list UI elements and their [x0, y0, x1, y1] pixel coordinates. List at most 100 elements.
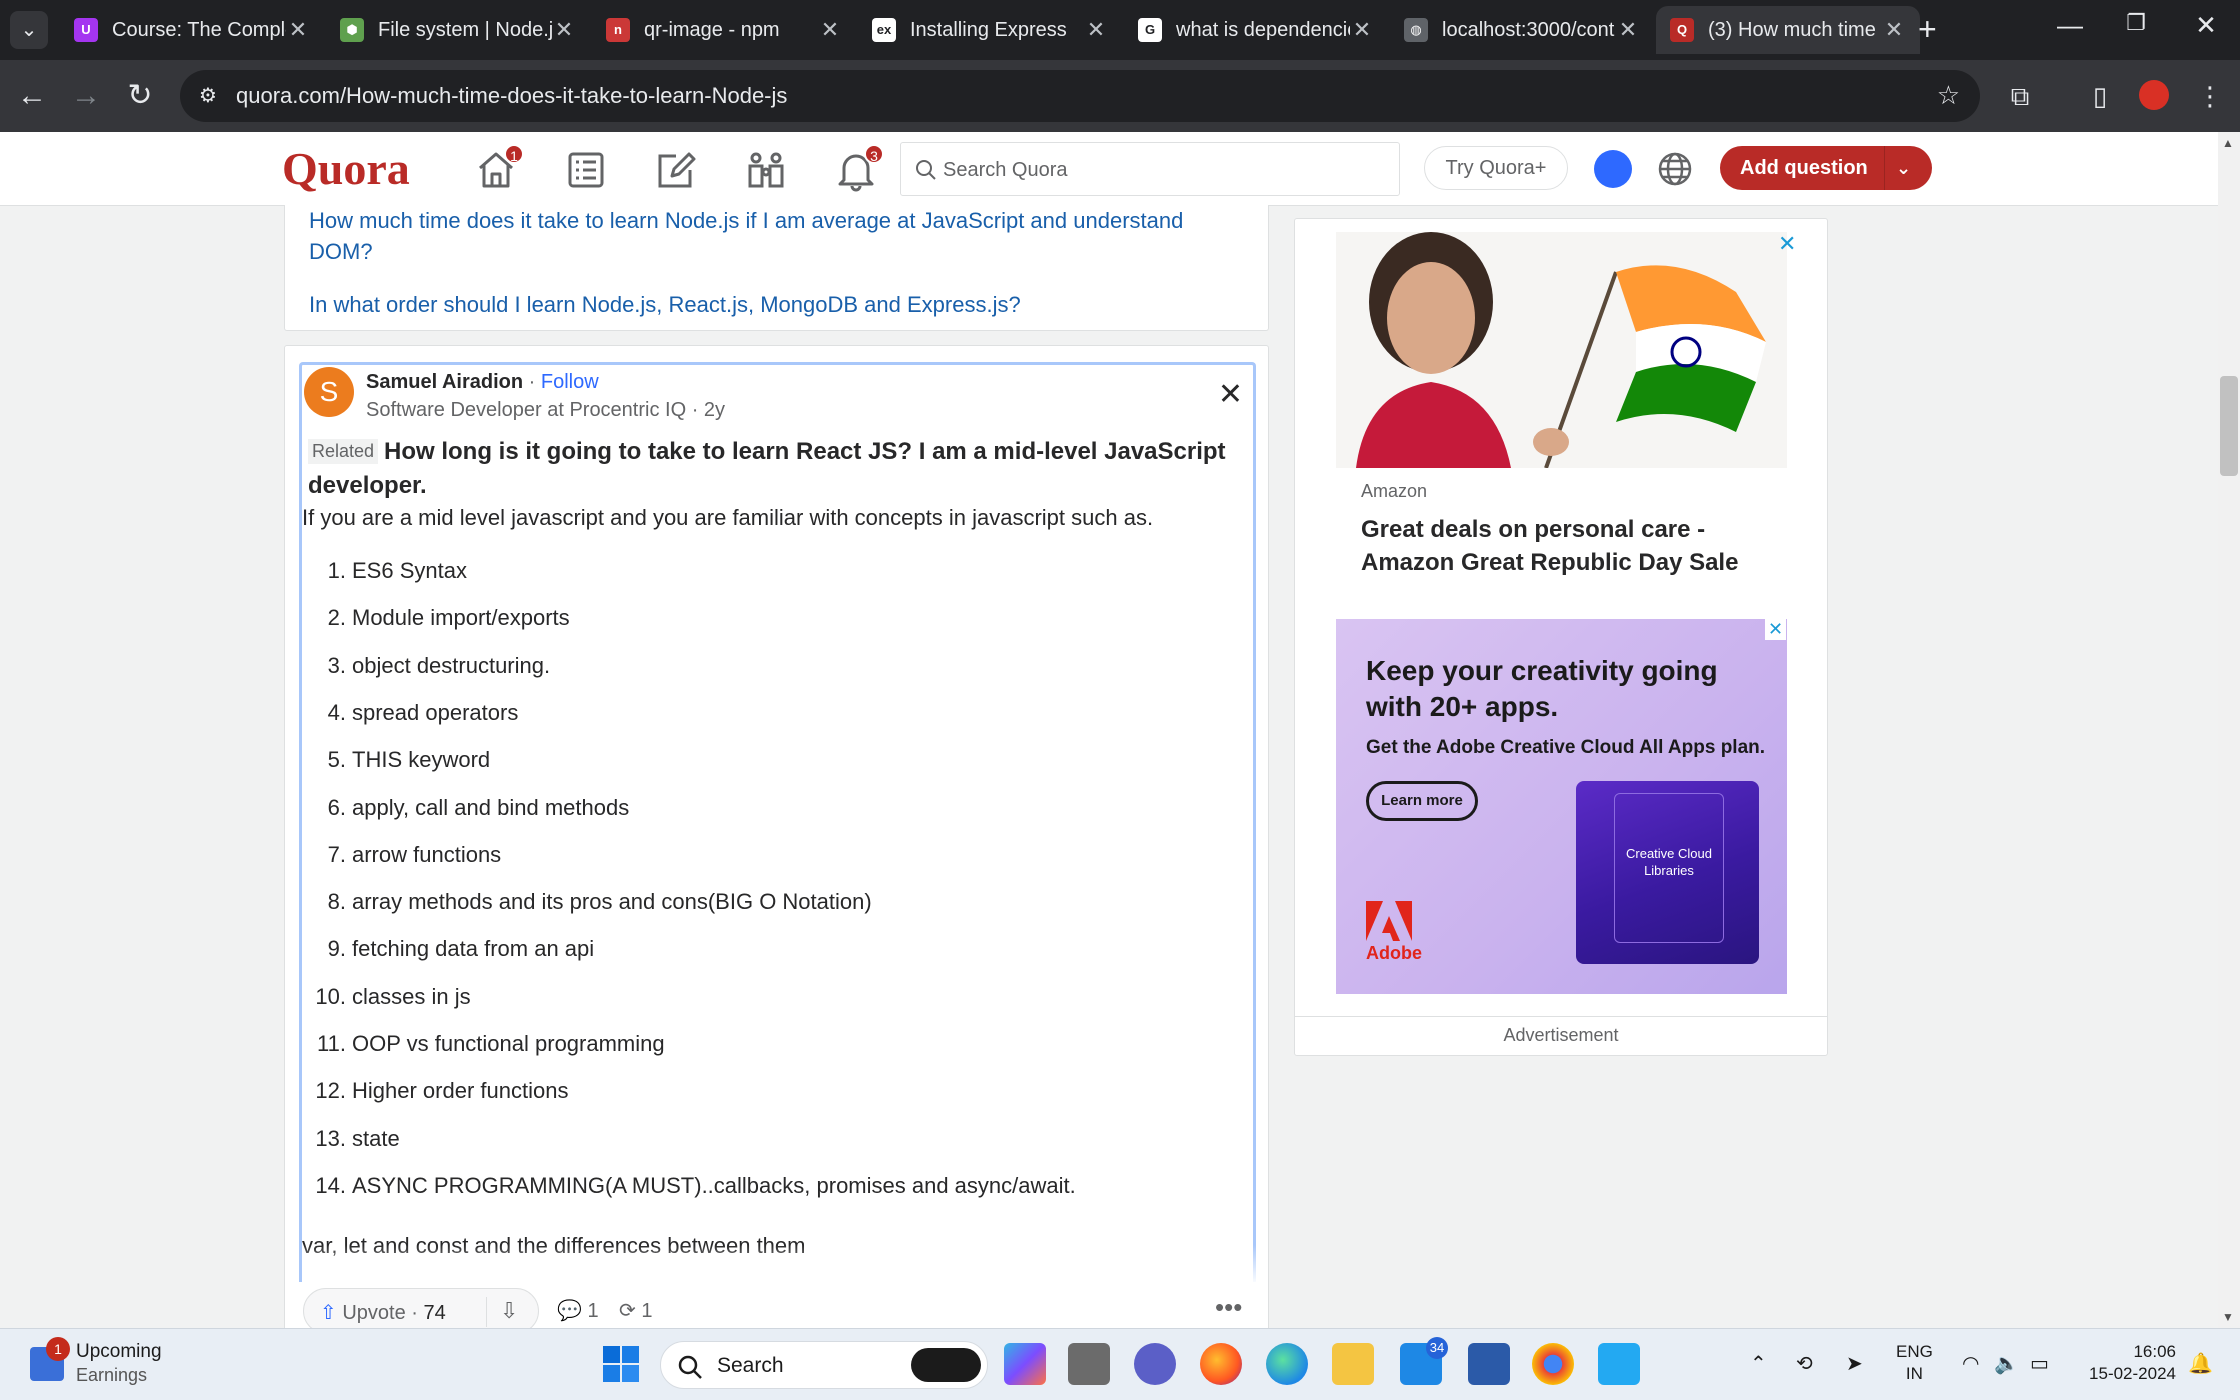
start-icon[interactable] — [600, 1343, 642, 1385]
back-icon[interactable]: ← — [14, 78, 50, 114]
following-icon[interactable] — [564, 148, 608, 192]
wifi-icon[interactable]: ◠ — [1962, 1351, 1979, 1376]
share-button[interactable]: ⟳ 1 — [619, 1298, 652, 1323]
clock-date: 15-02-2024 — [2089, 1364, 2176, 1383]
language-globe-icon[interactable] — [1656, 150, 1694, 188]
bookmark-star-icon[interactable]: ☆ — [1937, 80, 1960, 111]
tab-search-icon[interactable]: ⌄ — [10, 11, 48, 49]
file-explorer-alt-icon[interactable] — [1068, 1343, 1110, 1385]
tab-close-icon[interactable]: ✕ — [552, 17, 576, 43]
extensions-icon[interactable]: ⧉ — [2002, 78, 2038, 114]
chrome-menu-icon[interactable]: ⋮ — [2192, 78, 2228, 114]
scroll-down-icon[interactable]: ▼ — [2222, 1310, 2234, 1324]
related-question-text[interactable]: In what order should I learn Node.js, Re… — [309, 292, 1021, 317]
related-question-link[interactable]: How much time does it take to learn Node… — [309, 205, 1239, 267]
profile-avatar[interactable] — [2139, 80, 2169, 110]
address-bar[interactable]: ⚙ quora.com/How-much-time-does-it-take-t… — [180, 70, 1980, 122]
browser-tab[interactable]: ⬢ File system | Node.js ✕ — [326, 6, 590, 54]
forward-icon[interactable]: → — [68, 78, 104, 114]
tab-close-icon[interactable]: ✕ — [1882, 17, 1906, 43]
learn-more-button[interactable]: Learn more — [1366, 781, 1478, 821]
author-avatar[interactable]: S — [304, 367, 354, 417]
browser-tab[interactable]: ex Installing Express ✕ — [858, 6, 1122, 54]
related-question-text[interactable]: How much time does it take to learn Node… — [309, 208, 1183, 264]
scrollbar-thumb[interactable] — [2220, 376, 2238, 476]
close-icon[interactable]: ✕ — [1218, 377, 1243, 412]
restore-icon[interactable]: ❐ — [2116, 10, 2156, 36]
chrome-icon[interactable] — [1532, 1343, 1574, 1385]
amazon-ad-image[interactable] — [1336, 232, 1787, 468]
widget-title: Upcoming — [76, 1341, 162, 1362]
share-count: 1 — [641, 1300, 653, 1322]
battery-icon[interactable]: ▭ — [2030, 1351, 2049, 1376]
system-clock[interactable]: 16:06 15-02-2024 — [2080, 1341, 2176, 1385]
more-options-icon[interactable]: ••• — [1215, 1292, 1242, 1323]
mail-icon[interactable]: 34 — [1400, 1337, 1448, 1385]
quora-search-input[interactable] — [943, 155, 1383, 185]
browser-tab[interactable]: Gwhat is dependencie ✕ — [1124, 6, 1388, 54]
ad-close-icon[interactable]: ✕ — [1765, 619, 1787, 640]
tab-close-icon[interactable]: ✕ — [1084, 17, 1108, 43]
home-icon[interactable]: 1 — [474, 144, 524, 192]
chevron-down-icon[interactable]: ⌄ — [1896, 146, 1911, 190]
browser-tab[interactable]: Q (3) How much time ✕ — [1656, 6, 1920, 54]
list-number: 14. — [315, 1172, 346, 1198]
list-number: 9. — [327, 936, 346, 962]
copilot-icon[interactable] — [911, 1348, 981, 1382]
firefox-icon[interactable] — [1200, 1343, 1242, 1385]
related-question-link[interactable]: In what order should I learn Node.js, Re… — [309, 289, 1239, 320]
taskbar-search[interactable]: Search — [660, 1341, 988, 1389]
chevron-up-icon[interactable]: ⌃ — [1750, 1351, 1767, 1376]
comment-button[interactable]: 💬 1 — [557, 1298, 599, 1323]
notification-bell-icon[interactable]: 🔔 — [2188, 1351, 2213, 1376]
upvote-button[interactable]: ⇧ Upvote · 74 — [320, 1300, 446, 1325]
list-item: 8. array methods and its pros and cons(BI… — [302, 889, 872, 915]
url-text[interactable]: quora.com/How-much-time-does-it-take-to-… — [236, 83, 787, 109]
folder-icon[interactable] — [1332, 1343, 1374, 1385]
browser-tab[interactable]: ◍ localhost:3000/cont ✕ — [1390, 6, 1654, 54]
tab-close-icon[interactable]: ✕ — [818, 17, 842, 43]
side-panel-icon[interactable]: ▯ — [2082, 78, 2118, 114]
site-info-icon[interactable]: ⚙ — [194, 82, 222, 110]
linkedin-icon[interactable] — [1468, 1343, 1510, 1385]
close-window-icon[interactable]: ✕ — [2186, 10, 2226, 41]
tab-close-icon[interactable]: ✕ — [286, 17, 310, 43]
scroll-up-icon[interactable]: ▲ — [2222, 136, 2234, 150]
volume-icon[interactable]: 🔈 — [1994, 1351, 2019, 1376]
ad1-title[interactable]: Great deals on personal care - Amazon Gr… — [1361, 513, 1761, 579]
try-quora-plus-button[interactable]: Try Quora+ — [1424, 146, 1568, 190]
answer-icon[interactable] — [654, 148, 698, 192]
tab-close-icon[interactable]: ✕ — [1350, 17, 1374, 43]
notifications-icon[interactable]: 3 — [834, 144, 884, 192]
share-icon: ⟳ — [619, 1300, 636, 1322]
quora-search-box[interactable] — [900, 142, 1400, 196]
ad-close-icon[interactable]: ✕ — [1778, 231, 1796, 257]
answer-card: S Samuel Airadion · Follow Software Deve… — [284, 345, 1269, 1355]
related-question-title[interactable]: How long is it going to take to learn Re… — [308, 435, 1238, 503]
browser-tab[interactable]: U Course: The Comple ✕ — [60, 6, 324, 54]
page-scrollbar[interactable] — [2218, 132, 2240, 1328]
author-name[interactable]: Samuel Airadion — [366, 371, 523, 393]
vscode-icon[interactable] — [1598, 1343, 1640, 1385]
new-tab-button[interactable]: + — [1918, 12, 1937, 46]
quora-logo[interactable]: Quora — [282, 142, 410, 195]
copilot-preview-icon[interactable] — [1004, 1343, 1046, 1385]
browser-tab[interactable]: n qr-image - npm ✕ — [592, 6, 856, 54]
adobe-ad[interactable]: Keep your creativity going with 20+ apps… — [1336, 619, 1787, 994]
ad2-headline: Keep your creativity going with 20+ apps… — [1366, 655, 1718, 722]
tab-close-icon[interactable]: ✕ — [1616, 17, 1640, 43]
minimize-icon[interactable]: — — [2050, 10, 2090, 41]
edge-icon[interactable] — [1266, 1343, 1308, 1385]
sync-icon[interactable]: ⟲ — [1796, 1351, 1813, 1376]
add-question-button[interactable]: Add question ⌄ — [1720, 146, 1932, 190]
spaces-icon[interactable] — [744, 148, 788, 192]
reload-icon[interactable]: ↻ — [122, 78, 158, 114]
answer-content[interactable]: S Samuel Airadion · Follow Software Deve… — [299, 362, 1259, 1285]
location-icon[interactable]: ➤ — [1846, 1351, 1863, 1376]
user-avatar[interactable] — [1594, 150, 1632, 188]
creative-cloud-card: Creative Cloud Libraries — [1576, 781, 1759, 964]
teams-icon[interactable] — [1134, 1343, 1176, 1385]
downvote-icon[interactable]: ⇩ — [500, 1298, 518, 1324]
language-indicator[interactable]: ENG IN — [1896, 1341, 1933, 1385]
follow-link[interactable]: Follow — [541, 371, 599, 393]
